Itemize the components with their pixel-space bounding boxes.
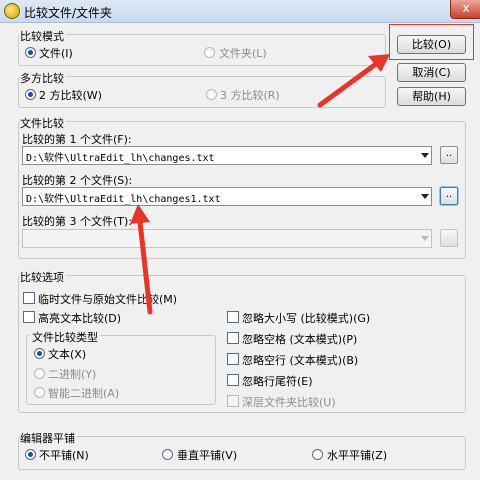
arrow-to-file2-field [130,204,153,315]
arrow-to-compare-button [317,54,390,108]
annotation-arrows [130,54,390,315]
